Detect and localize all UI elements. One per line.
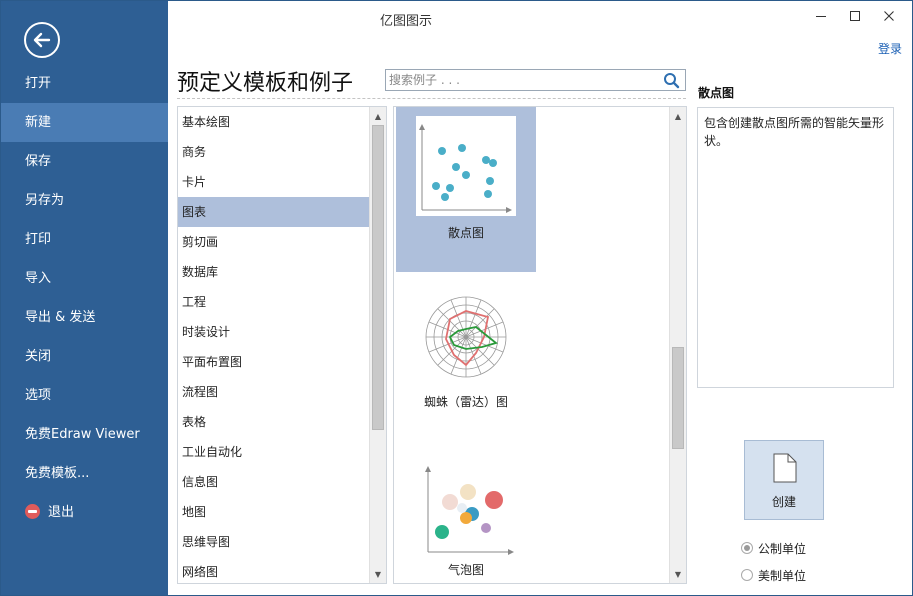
sidebar-item-close[interactable]: 关闭 <box>1 337 168 376</box>
back-button[interactable] <box>24 22 60 58</box>
description-text: 包含创建散点图所需的智能矢量形状。 <box>704 116 885 148</box>
scroll-up-arrow-icon[interactable]: ▲ <box>370 108 386 124</box>
sidebar-item-label: 另存为 <box>25 193 65 208</box>
category-item[interactable]: 信息图 <box>178 467 370 497</box>
scatter-chart-icon <box>419 124 512 213</box>
unit-option-label: 美制单位 <box>758 568 807 583</box>
search-icon[interactable] <box>663 72 680 89</box>
sidebar-item-save[interactable]: 保存 <box>1 142 168 181</box>
category-item[interactable]: 流程图 <box>178 377 370 407</box>
sidebar-item-label: 关闭 <box>25 349 52 364</box>
scroll-thumb[interactable] <box>372 125 384 430</box>
category-scrollbar[interactable]: ▲ ▼ <box>369 107 386 583</box>
sidebar-item-label: 打印 <box>25 232 52 247</box>
category-item[interactable]: 数据库 <box>178 257 370 287</box>
sidebar-item-free-templates[interactable]: 免费模板... <box>1 454 168 493</box>
minimize-icon <box>816 16 826 17</box>
description-title: 散点图 <box>698 86 735 100</box>
bubble-chart-icon <box>425 466 514 555</box>
category-item[interactable]: 网络图 <box>178 557 370 583</box>
sidebar-item-options[interactable]: 选项 <box>1 376 168 415</box>
template-item-radar[interactable]: 蜘蛛（雷达）图 <box>396 277 536 442</box>
category-item[interactable]: 工业自动化 <box>178 437 370 467</box>
category-item[interactable]: 剪切画 <box>178 227 370 257</box>
radar-chart-icon <box>425 296 507 378</box>
app-window: 打开 新建 保存 另存为 打印 导入 导出 & 发送 关闭 选项 免费Edraw… <box>0 0 913 596</box>
category-item[interactable]: 工程 <box>178 287 370 317</box>
sidebar-item-print[interactable]: 打印 <box>1 220 168 259</box>
category-list: 基本绘图 商务 卡片 图表 剪切画 数据库 工程 时装设计 平面布置图 流程图 … <box>177 106 387 584</box>
page-title: 预定义模板和例子 <box>177 71 354 96</box>
unit-option-metric[interactable]: 公制单位 <box>741 539 806 557</box>
sidebar-item-new[interactable]: 新建 <box>1 103 168 142</box>
category-item[interactable]: 平面布置图 <box>178 347 370 377</box>
category-item-selected[interactable]: 图表 <box>178 197 370 227</box>
unit-option-label: 公制单位 <box>758 541 807 556</box>
sidebar-item-free-viewer[interactable]: 免费Edraw Viewer <box>1 415 168 454</box>
template-gallery: 散点图 蜘蛛（雷达）图 气泡图 ▲ ▼ <box>393 106 687 584</box>
create-button-label: 创建 <box>771 495 796 509</box>
category-item[interactable]: 时装设计 <box>178 317 370 347</box>
template-scrollbar[interactable]: ▲ ▼ <box>669 107 686 583</box>
scroll-down-arrow-icon[interactable]: ▼ <box>370 566 386 582</box>
category-item[interactable]: 思维导图 <box>178 527 370 557</box>
template-thumbnail <box>416 287 516 387</box>
arrow-left-icon <box>33 32 51 48</box>
sidebar-item-label: 免费模板... <box>25 466 90 481</box>
close-icon <box>884 11 894 21</box>
template-item-scatter[interactable]: 散点图 <box>396 107 536 272</box>
sidebar-item-label: 导出 & 发送 <box>25 310 96 325</box>
search-box <box>385 69 686 91</box>
scroll-up-arrow-icon[interactable]: ▲ <box>670 108 686 124</box>
maximize-icon <box>850 11 860 21</box>
sidebar-item-label: 新建 <box>25 115 52 130</box>
sidebar-item-import[interactable]: 导入 <box>1 259 168 298</box>
exit-icon <box>25 504 40 519</box>
login-link[interactable]: 登录 <box>878 40 902 57</box>
category-item[interactable]: 商务 <box>178 137 370 167</box>
sidebar-nav: 打开 新建 保存 另存为 打印 导入 导出 & 发送 关闭 选项 免费Edraw… <box>1 64 168 532</box>
template-label: 气泡图 <box>447 563 484 577</box>
category-item[interactable]: 表格 <box>178 407 370 437</box>
sidebar-item-open[interactable]: 打开 <box>1 64 168 103</box>
sidebar-item-label: 选项 <box>25 388 52 403</box>
sidebar: 打开 新建 保存 另存为 打印 导入 导出 & 发送 关闭 选项 免费Edraw… <box>1 1 168 595</box>
sidebar-item-exit[interactable]: 退出 <box>1 493 168 532</box>
sidebar-item-save-as[interactable]: 另存为 <box>1 181 168 220</box>
sidebar-item-label: 退出 <box>48 505 75 520</box>
create-button[interactable]: 创建 <box>744 440 824 520</box>
search-input[interactable] <box>386 70 656 90</box>
scroll-down-arrow-icon[interactable]: ▼ <box>670 566 686 582</box>
template-item-bubble[interactable]: 气泡图 <box>396 447 536 583</box>
template-thumbnail <box>416 456 516 556</box>
description-box: 包含创建散点图所需的智能矢量形状。 <box>697 107 894 388</box>
category-item[interactable]: 卡片 <box>178 167 370 197</box>
template-thumbnail <box>416 116 516 216</box>
sidebar-item-label: 打开 <box>25 76 52 91</box>
sidebar-item-export-send[interactable]: 导出 & 发送 <box>1 298 168 337</box>
template-label: 蜘蛛（雷达）图 <box>423 395 508 409</box>
category-item[interactable]: 基本绘图 <box>178 107 370 137</box>
radio-checked-icon <box>741 542 753 554</box>
sidebar-item-label: 保存 <box>25 154 52 169</box>
template-label: 散点图 <box>447 226 484 240</box>
close-button[interactable] <box>874 5 904 27</box>
sidebar-item-label: 免费Edraw Viewer <box>25 427 140 442</box>
window-title: 亿图图示 <box>379 14 432 29</box>
maximize-button[interactable] <box>840 5 870 27</box>
category-item[interactable]: 地图 <box>178 497 370 527</box>
divider <box>177 98 686 99</box>
unit-option-us[interactable]: 美制单位 <box>741 566 806 584</box>
new-document-icon <box>773 453 797 483</box>
radio-unchecked-icon <box>741 569 753 581</box>
minimize-button[interactable] <box>806 5 836 27</box>
sidebar-item-label: 导入 <box>25 271 52 286</box>
scroll-thumb[interactable] <box>672 347 684 449</box>
